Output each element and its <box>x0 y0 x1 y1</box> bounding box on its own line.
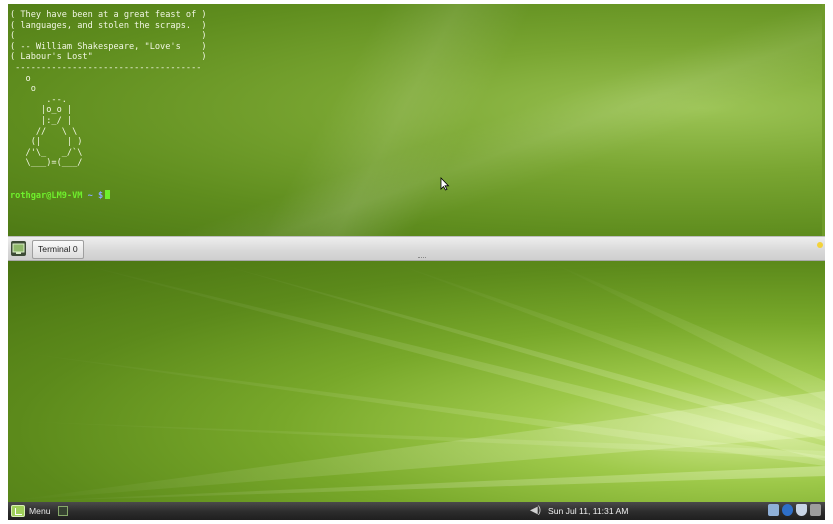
terminal-line: // \ \ <box>10 126 78 137</box>
desktop-wallpaper <box>8 261 825 502</box>
shell-prompt[interactable]: rothgar@LM9-VM ~ $ <box>10 190 111 202</box>
shield-icon[interactable] <box>796 504 807 516</box>
terminal-line: |o_o | <box>10 105 73 116</box>
mouse-pointer-icon <box>440 177 450 191</box>
screen: ( They have been at a great feast of ) (… <box>8 4 825 520</box>
wallpaper-light-rays <box>8 261 825 502</box>
terminal-line: ( languages, and stolen the scraps. ) <box>10 20 207 31</box>
desktop-icon <box>12 243 25 254</box>
terminal-line: /'\_ _/`\ <box>10 147 83 158</box>
terminal-line: \___)=(___/ <box>10 158 83 169</box>
bottom-panel: Menu ◀) Sun Jul 11, 11:31 AM <box>8 502 825 520</box>
terminal-line: ( -- William Shakespeare, "Love's ) <box>10 41 207 52</box>
menu-label: Menu <box>29 506 51 516</box>
fortune-cowsay-output: ( They have been at a great feast of ) (… <box>10 10 207 169</box>
terminal-line: (| | ) <box>10 137 83 148</box>
clock[interactable]: Sun Jul 11, 11:31 AM <box>548 506 628 516</box>
terminal-launcher-icon[interactable] <box>58 506 68 516</box>
network-icon[interactable] <box>768 504 779 516</box>
terminal-line: o <box>10 84 36 95</box>
menu-button[interactable]: Menu <box>11 503 51 519</box>
prompt-path: ~ $ <box>87 191 104 201</box>
terminal-line: o <box>10 73 31 84</box>
prompt-user-host: rothgar@LM9-VM <box>10 191 83 201</box>
notification-icon[interactable] <box>817 242 823 248</box>
trash-icon[interactable] <box>810 504 821 516</box>
terminal-line: .--. <box>10 94 67 105</box>
update-manager-icon[interactable] <box>782 504 793 516</box>
terminal-line: ( Labour's Lost" ) <box>10 52 207 63</box>
terminal-line: ( They have been at a great feast of ) <box>10 10 207 20</box>
show-desktop-button[interactable] <box>11 241 26 256</box>
terminal-line: ( ) <box>10 31 207 42</box>
volume-icon[interactable]: ◀) <box>530 505 541 516</box>
system-tray <box>768 504 821 516</box>
terminal-line: |:_/ | <box>10 115 73 126</box>
taskbar-window-button[interactable]: Terminal 0 <box>32 240 84 259</box>
terminal-line: ------------------------------------ <box>10 62 202 73</box>
terminal-window[interactable]: ( They have been at a great feast of ) (… <box>8 4 825 236</box>
mint-logo-icon <box>11 505 25 517</box>
terminal-scrollbar[interactable] <box>822 4 825 236</box>
top-panel: Terminal 0 <box>8 236 825 261</box>
text-cursor <box>105 190 111 199</box>
pane-resize-grip[interactable] <box>418 257 426 260</box>
